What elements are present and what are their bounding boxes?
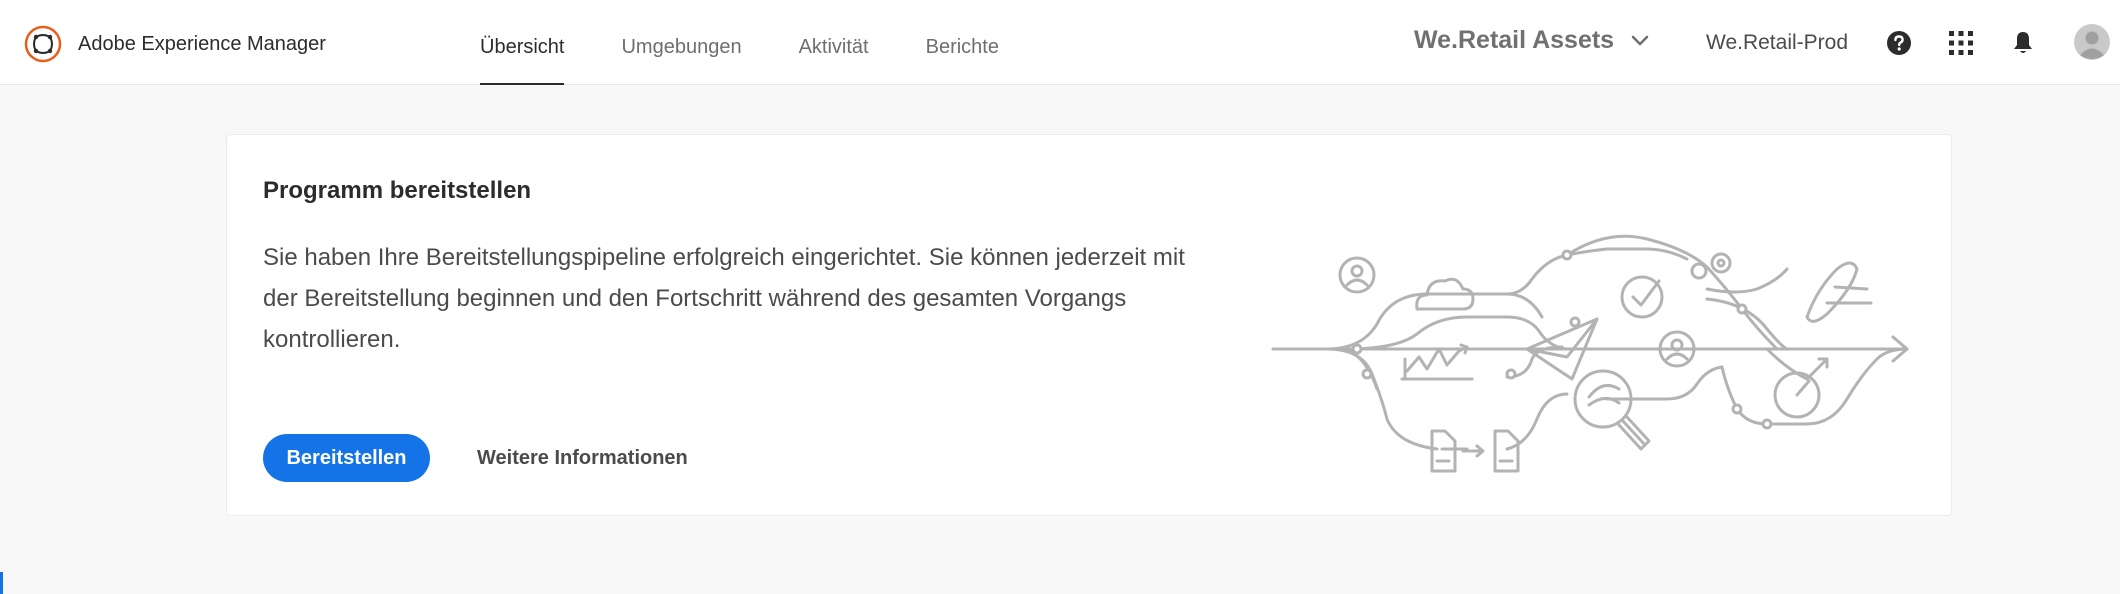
tab-aktivitaet[interactable]: Aktivität xyxy=(799,0,869,85)
deploy-program-card: Programm bereitstellen Sie haben Ihre Be… xyxy=(226,134,1952,516)
deployment-pipeline-illustration xyxy=(1271,234,1909,473)
deploy-button[interactable]: Bereitstellen xyxy=(263,434,430,482)
app-title: Adobe Experience Manager xyxy=(78,32,326,55)
left-edge-marker xyxy=(0,572,3,594)
tab-umgebungen[interactable]: Umgebungen xyxy=(621,0,741,85)
chevron-down-icon xyxy=(1631,35,1649,45)
tab-uebersicht[interactable]: Übersicht xyxy=(480,0,565,85)
main-tabs: Übersicht Umgebungen Aktivität Berichte xyxy=(480,0,1056,85)
tab-berichte[interactable]: Berichte xyxy=(926,0,999,85)
avatar-icon[interactable] xyxy=(2074,24,2110,60)
learn-more-link[interactable]: Weitere Informationen xyxy=(477,434,688,482)
aem-logo-icon xyxy=(24,25,62,63)
top-navigation-bar: Adobe Experience Manager Übersicht Umgeb… xyxy=(0,0,2120,85)
brand[interactable]: Adobe Experience Manager xyxy=(24,25,326,63)
program-selector[interactable]: We.Retail Assets xyxy=(1414,26,1650,55)
environment-switcher[interactable]: We.Retail-Prod xyxy=(1706,31,1848,55)
card-description: Sie haben Ihre Bereitstellungspipeline e… xyxy=(263,244,1185,353)
apps-grid-icon[interactable] xyxy=(1947,29,1975,57)
help-icon[interactable] xyxy=(1885,29,1913,57)
card-title: Programm bereitstellen xyxy=(263,177,532,204)
notification-bell-icon[interactable] xyxy=(2009,29,2037,57)
program-selector-label: We.Retail Assets xyxy=(1414,26,1615,54)
